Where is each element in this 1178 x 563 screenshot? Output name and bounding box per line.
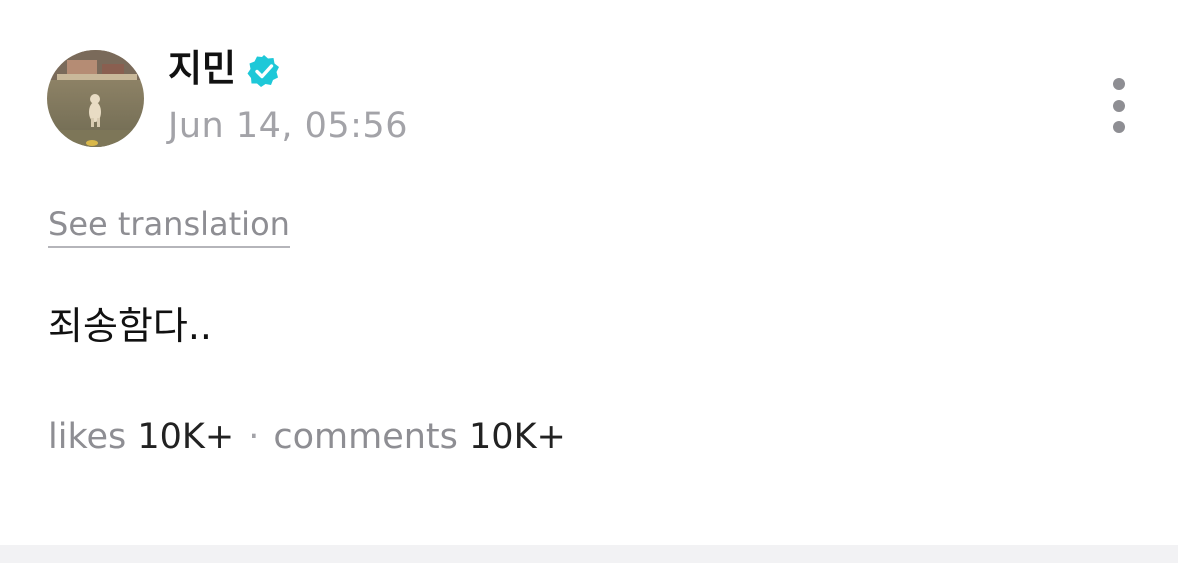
comments-label: comments	[273, 417, 458, 457]
post-timestamp: Jun 14, 05:56	[168, 106, 408, 146]
likes-count: 10K+	[137, 417, 235, 457]
comments-count: 10K+	[469, 417, 566, 457]
comments-stat[interactable]: comments 10K+	[273, 417, 566, 457]
verified-badge-icon	[247, 55, 279, 87]
post-card: 지민 Jun 14, 05:56 See translation 죄송함다.. …	[0, 0, 1178, 545]
avatar-image	[47, 50, 144, 147]
post-body-text: 죄송함다..	[48, 304, 212, 348]
likes-label: likes	[48, 417, 127, 457]
post-stats: likes 10K+ · comments 10K+	[48, 414, 566, 460]
author-name[interactable]: 지민	[168, 44, 236, 94]
author-avatar[interactable]	[47, 50, 144, 147]
stats-separator: ·	[248, 417, 260, 457]
bottom-divider	[0, 545, 1178, 563]
more-dot	[1113, 100, 1125, 112]
more-options-icon[interactable]	[1098, 70, 1140, 142]
more-dot	[1113, 121, 1125, 133]
see-translation-link[interactable]: See translation	[48, 203, 290, 248]
more-dot	[1113, 78, 1125, 90]
likes-stat[interactable]: likes 10K+	[48, 417, 234, 457]
